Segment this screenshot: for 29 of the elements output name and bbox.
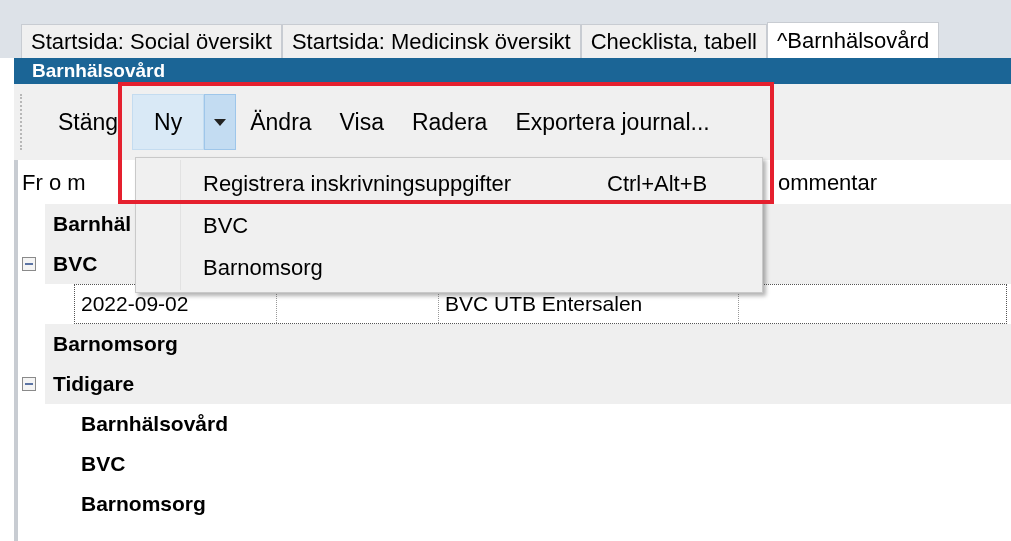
group-label[interactable]: Tidigare — [53, 368, 135, 400]
panel-title: Barnhälsovård — [32, 58, 166, 83]
toolbar-button[interactable]: Radera — [397, 100, 502, 144]
column-header: Fr o m — [22, 169, 86, 195]
menu-item[interactable]: Registrera inskrivningsuppgifter Ctrl+Alt+B — [136, 162, 762, 204]
toolbar-button[interactable]: Stäng — [44, 100, 133, 144]
toolbar-button[interactable]: Exportera journal... — [501, 100, 724, 144]
menu-item[interactable]: BVC — [136, 204, 762, 246]
tab[interactable]: Checklista, tabell — [580, 24, 767, 58]
shortcut-label: Ctrl+Alt+B — [607, 169, 708, 198]
table-cell-text: BVC UTB Entersalen — [445, 291, 643, 318]
tab[interactable]: Startsida: Social översikt — [21, 24, 282, 58]
group-label[interactable]: BVC — [81, 448, 126, 480]
group-label[interactable]: Barnomsorg — [81, 488, 206, 520]
group-label[interactable]: BVC — [53, 248, 98, 280]
toolbar-button[interactable]: Ändra — [236, 100, 326, 144]
caret-icon — [214, 118, 227, 126]
dropdown-button[interactable] — [204, 94, 237, 150]
group-label[interactable]: Barnhäl — [53, 208, 132, 240]
column-header: ommentar — [778, 169, 878, 195]
collapse-icon[interactable] — [22, 257, 36, 271]
tab[interactable]: Startsida: Medicinsk översikt — [281, 24, 581, 58]
toolbar-button[interactable]: Visa — [325, 100, 398, 144]
group-label[interactable]: Barnomsorg — [53, 328, 178, 360]
table-cell-text: 2022-09-02 — [81, 291, 189, 318]
collapse-icon[interactable] — [22, 377, 36, 391]
tab[interactable]: ^Barnhälsovård — [766, 22, 940, 58]
group-label[interactable]: Barnhälsovård — [81, 408, 229, 440]
new-button[interactable]: Ny — [132, 94, 205, 150]
